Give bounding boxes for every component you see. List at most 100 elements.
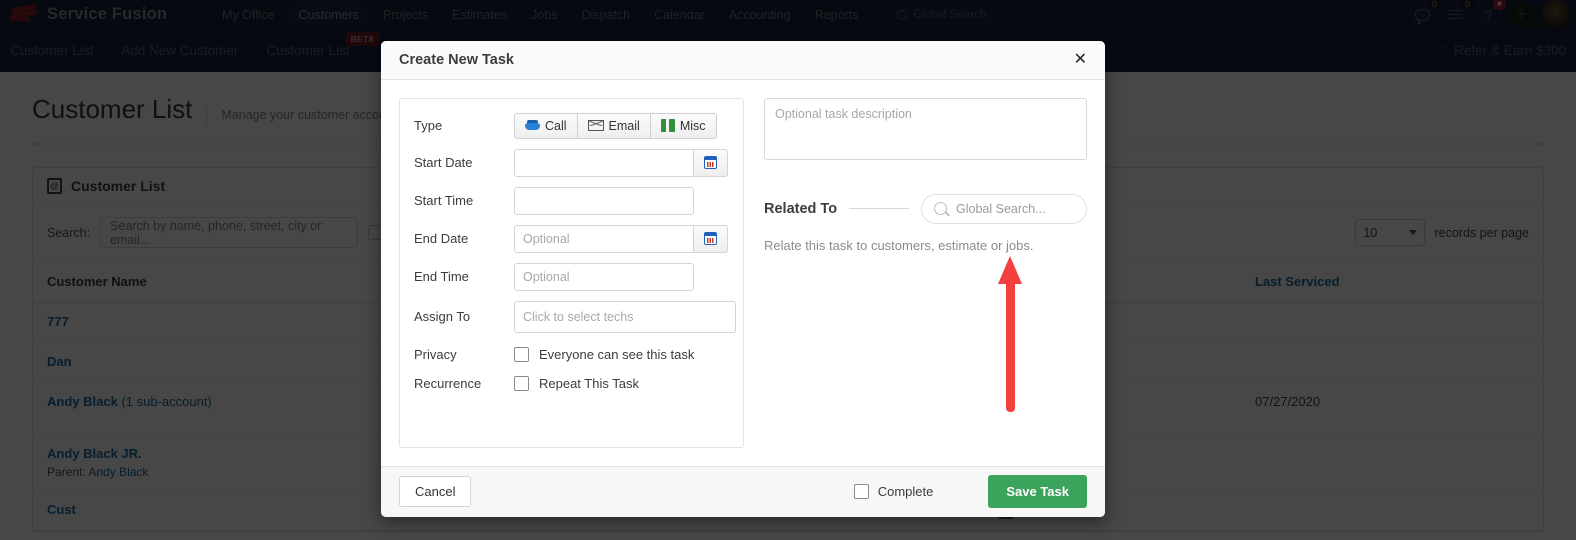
phone-icon	[525, 119, 540, 132]
add-button[interactable]: +	[1508, 1, 1535, 28]
subnav-item-add-new-customer[interactable]: Add New Customer	[121, 43, 238, 58]
subnav-item-customer-list[interactable]: Customer List	[10, 43, 93, 58]
task-description-textarea[interactable]: Optional task description	[764, 97, 1087, 160]
start-date-label: Start Date	[414, 155, 473, 171]
screen: Service Fusion My Office Customers Proje…	[0, 0, 1576, 540]
topnav-actions: 0 0 ? ★ +	[1409, 0, 1576, 29]
calendar-icon	[704, 232, 717, 246]
nav-item-projects[interactable]: Projects	[371, 3, 440, 27]
nav-item-reports[interactable]: Reports	[803, 3, 871, 27]
related-to-label: Related To	[764, 200, 838, 217]
end-date-calendar-button[interactable]	[694, 224, 728, 253]
assign-to-label: Assign To	[414, 309, 471, 325]
close-icon[interactable]: ✕	[1074, 51, 1087, 68]
refer-and-earn[interactable]: ♡ Refer & Earn $300	[1434, 42, 1576, 60]
brand-name: Service Fusion	[47, 5, 168, 23]
annotation-arrow-icon	[998, 256, 1022, 412]
privacy-checkbox[interactable]	[514, 346, 529, 362]
privacy-checkbox-label: Everyone can see this task	[539, 346, 695, 362]
complete-checkbox[interactable]	[853, 484, 869, 500]
notifications-button[interactable]: 0	[1442, 0, 1474, 28]
calendar-icon	[704, 156, 717, 170]
nav-item-customers[interactable]: Customers	[286, 2, 371, 27]
chat-badge: 0	[1428, 0, 1441, 10]
end-date-input[interactable]: Optional	[514, 224, 694, 253]
start-time-label: Start Time	[414, 193, 474, 209]
plus-icon: +	[1515, 4, 1528, 25]
customer-link[interactable]: 777	[47, 314, 69, 329]
recurrence-checkbox[interactable]	[514, 375, 529, 391]
dialog-body: Type Call Email Misc Start Date Start Ti…	[381, 79, 1105, 466]
complete-checkbox-label: Complete	[877, 484, 934, 500]
end-time-input[interactable]: Optional	[514, 262, 694, 291]
nav-item-calendar[interactable]: Calendar	[642, 3, 717, 27]
mail-icon	[587, 120, 604, 132]
customer-search-input[interactable]: Search by name, phone, street, city or e…	[100, 217, 359, 248]
records-per-page-value: 10	[1363, 225, 1378, 240]
field-assign-to: Assign To Click to select techs	[414, 300, 736, 333]
nav-item-accounting[interactable]: Accounting	[717, 3, 803, 27]
top-navbar: Service Fusion My Office Customers Proje…	[0, 0, 1576, 29]
cell-last-serviced	[1240, 490, 1543, 531]
related-global-search-input[interactable]: Global Search...	[921, 193, 1087, 224]
global-search-input[interactable]: Global Search	[888, 4, 1049, 25]
related-to-help-text: Relate this task to customers, estimate …	[764, 237, 1034, 253]
type-button-group: Call Email Misc	[514, 112, 729, 139]
save-task-button[interactable]: Save Task	[988, 475, 1087, 509]
alert-badge: ★	[1493, 0, 1506, 10]
subnav-item-label: Customer List	[266, 43, 350, 58]
chevron-down-icon	[1409, 230, 1418, 235]
related-to-divider	[849, 208, 909, 210]
create-new-task-dialog: Create New Task ✕ Type Call Email Misc S…	[381, 41, 1105, 517]
nav-item-my-office[interactable]: My Office	[210, 3, 287, 27]
beta-badge: BETA	[345, 32, 380, 46]
end-date-label: End Date	[414, 231, 469, 247]
avatar[interactable]	[1541, 0, 1570, 29]
col-last-serviced[interactable]: Last Serviced	[1240, 260, 1543, 303]
customer-link[interactable]: Cust	[47, 502, 76, 517]
field-start-time: Start Time	[414, 186, 729, 215]
help-button[interactable]: ? ★	[1475, 0, 1506, 28]
type-email-label: Email	[608, 118, 640, 133]
cancel-button[interactable]: Cancel	[399, 476, 472, 508]
chat-icon	[1415, 8, 1430, 24]
type-email-button[interactable]: Email	[576, 112, 651, 139]
type-call-button[interactable]: Call	[514, 112, 578, 139]
nav-item-estimates[interactable]: Estimates	[440, 3, 519, 27]
search-icon	[934, 202, 947, 216]
records-per-page-group: 10 records per page	[1355, 219, 1529, 246]
cell-last-serviced: 07/27/2020	[1240, 382, 1543, 435]
chat-button[interactable]: 0	[1409, 0, 1441, 28]
field-end-time: End Time Optional	[414, 262, 729, 291]
start-date-calendar-button[interactable]	[694, 148, 728, 177]
refer-label: Refer & Earn $300	[1454, 43, 1566, 58]
recurrence-label: Recurrence	[414, 375, 482, 391]
records-per-page-label: records per page	[1434, 225, 1529, 240]
parent-name[interactable]: Andy Black	[88, 465, 148, 479]
nav-item-dispatch[interactable]: Dispatch	[569, 3, 642, 27]
customer-link[interactable]: Andy Black	[47, 394, 118, 409]
book-icon	[660, 119, 675, 133]
start-time-input[interactable]	[514, 186, 694, 215]
subnav-item-customer-list-beta[interactable]: Customer List BETA	[266, 32, 380, 58]
page-title: Customer List	[32, 94, 193, 124]
field-type: Type Call Email Misc	[414, 112, 729, 139]
type-misc-button[interactable]: Misc	[649, 112, 717, 139]
brand-logo-area[interactable]: Service Fusion	[0, 2, 210, 24]
parent-prefix: Parent:	[47, 465, 89, 479]
records-per-page-select[interactable]: 10	[1355, 219, 1426, 246]
field-privacy: Privacy Everyone can see this task	[414, 346, 729, 362]
footer-actions: Complete Save Task	[853, 475, 1087, 509]
type-call-label: Call	[545, 118, 567, 133]
customer-link[interactable]: Dan	[47, 354, 72, 369]
end-time-label: End Time	[414, 269, 469, 285]
customer-link[interactable]: Andy Black JR.	[47, 446, 142, 461]
related-to-section: Related To Global Search...	[764, 193, 1087, 224]
sub-account-note: (1 sub-account)	[121, 394, 212, 409]
cell-last-serviced	[1240, 302, 1543, 343]
start-date-input[interactable]	[514, 148, 694, 177]
assign-to-input[interactable]: Click to select techs	[514, 300, 736, 333]
search-icon	[897, 9, 908, 20]
customer-search-placeholder: Search by name, phone, street, city or e…	[110, 218, 322, 247]
nav-item-jobs[interactable]: Jobs	[519, 3, 569, 27]
